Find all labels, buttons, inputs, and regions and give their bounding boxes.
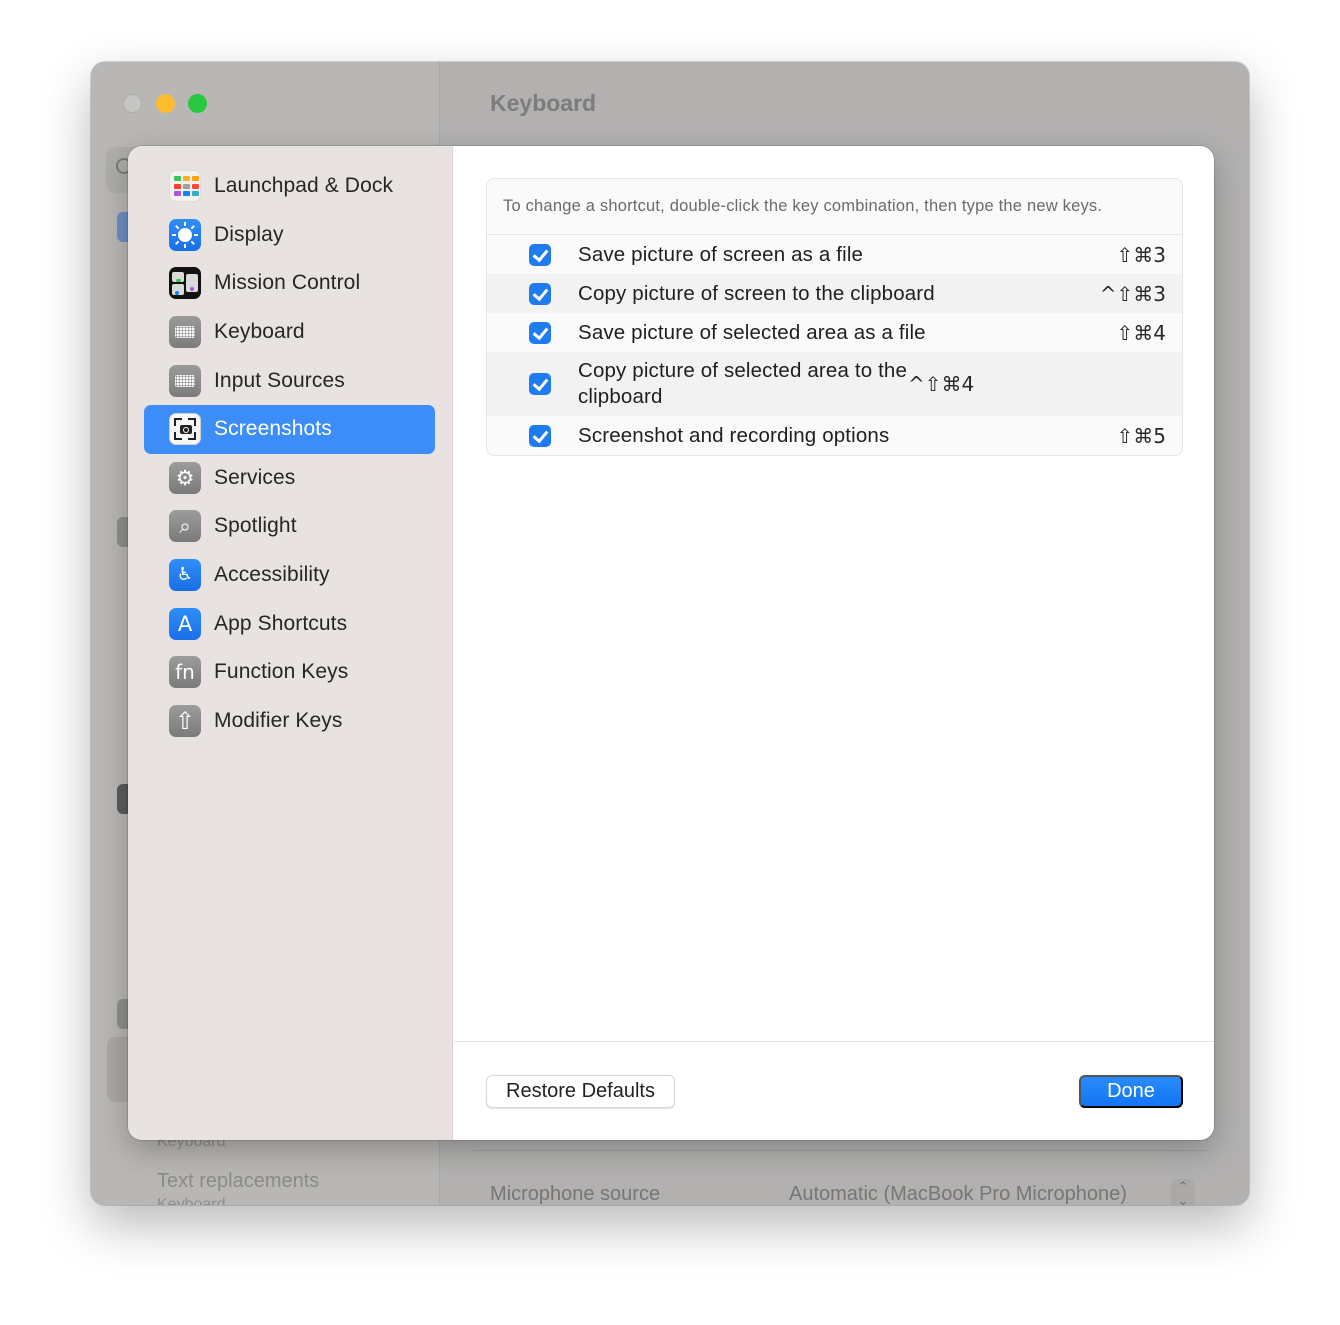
sidebar-item-keyboard[interactable]: Keyboard	[144, 308, 435, 357]
shortcut-row[interactable]: Copy picture of screen to the clipboard …	[487, 274, 1182, 313]
sidebar-item-label: Input Sources	[214, 368, 345, 392]
background-sidebar-subtitle: Keyboard	[157, 1196, 226, 1205]
screenshots-icon	[169, 413, 201, 446]
sidebar-item-display[interactable]: Display	[144, 211, 435, 260]
sidebar-item-mission-control[interactable]: Mission Control	[144, 259, 435, 308]
launchpad-icon	[169, 170, 201, 203]
shortcut-keys[interactable]: ⇧⌘5	[1117, 424, 1166, 448]
shortcut-label: Screenshot and recording options	[578, 423, 890, 447]
shortcut-row[interactable]: Save picture of selected area as a file …	[487, 313, 1182, 352]
keyboard-shortcuts-dialog: Launchpad & Dock Display Mission Control…	[128, 146, 1214, 1140]
sidebar-item-label: Keyboard	[214, 320, 305, 344]
mission-control-icon	[169, 267, 201, 300]
spotlight-icon: ⌕	[169, 510, 201, 543]
app-shortcuts-icon: A	[169, 607, 201, 640]
shortcuts-sidebar: Launchpad & Dock Display Mission Control…	[128, 146, 453, 1140]
sidebar-item-launchpad-dock[interactable]: Launchpad & Dock	[144, 162, 435, 211]
window-title: Keyboard	[490, 90, 597, 116]
checkbox-screenshot-options[interactable]	[529, 424, 551, 447]
sidebar-item-label: Display	[214, 222, 284, 246]
restore-defaults-button[interactable]: Restore Defaults	[486, 1075, 675, 1108]
shortcut-row[interactable]: Save picture of screen as a file ⇧⌘3	[487, 235, 1182, 274]
shortcut-keys[interactable]: ⇧⌘3	[1117, 243, 1166, 267]
input-sources-icon	[169, 364, 201, 397]
sidebar-item-label: Screenshots	[214, 417, 332, 441]
sidebar-item-label: Accessibility	[214, 563, 330, 587]
modifier-keys-icon: ⇧	[169, 704, 201, 737]
sidebar-item-label: Modifier Keys	[214, 708, 343, 732]
sidebar-item-services[interactable]: ⚙ Services	[144, 454, 435, 503]
shortcut-keys[interactable]: ^⇧⌘3	[1100, 282, 1166, 306]
microphone-source-value: Automatic (MacBook Pro Microphone)	[789, 1183, 1127, 1205]
shortcut-label: Copy picture of selected area to the cli…	[578, 359, 908, 408]
sidebar-item-function-keys[interactable]: fn Function Keys	[144, 648, 435, 697]
shortcut-row[interactable]: Copy picture of selected area to the cli…	[487, 352, 1182, 416]
shortcut-row[interactable]: Screenshot and recording options ⇧⌘5	[487, 416, 1182, 455]
divider	[474, 1150, 1209, 1151]
done-button[interactable]: Done	[1079, 1075, 1183, 1108]
shortcut-keys[interactable]: ⇧⌘4	[1117, 321, 1166, 345]
background-sidebar-item: Text replacements	[157, 1170, 320, 1192]
sidebar-item-modifier-keys[interactable]: ⇧ Modifier Keys	[144, 697, 435, 746]
microphone-source-label: Microphone source	[490, 1183, 661, 1205]
checkbox-save-area-file[interactable]	[529, 321, 551, 344]
accessibility-icon: ♿	[169, 559, 201, 592]
sidebar-item-accessibility[interactable]: ♿ Accessibility	[144, 551, 435, 600]
footer-divider	[454, 1041, 1214, 1042]
chevron-up-down-icon: ⌃ ⌄	[1171, 1179, 1195, 1205]
shortcut-label: Save picture of screen as a file	[578, 242, 864, 266]
checkbox-copy-area-clipboard[interactable]	[529, 373, 551, 395]
sidebar-item-spotlight[interactable]: ⌕ Spotlight	[144, 502, 435, 551]
sidebar-item-label: Services	[214, 465, 296, 489]
instructions-text: To change a shortcut, double-click the k…	[487, 179, 1182, 235]
shortcuts-list: To change a shortcut, double-click the k…	[486, 178, 1183, 456]
display-icon	[169, 218, 201, 251]
shortcut-keys[interactable]: ^⇧⌘4	[908, 372, 974, 396]
sidebar-item-label: App Shortcuts	[214, 611, 348, 635]
close-button[interactable]	[123, 94, 142, 113]
function-keys-icon: fn	[169, 656, 201, 689]
sidebar-item-label: Mission Control	[214, 271, 361, 295]
minimize-button[interactable]	[156, 94, 175, 113]
sidebar-item-screenshots[interactable]: Screenshots	[144, 404, 435, 454]
shortcut-label: Save picture of selected area as a file	[578, 320, 926, 344]
shortcuts-main-pane: To change a shortcut, double-click the k…	[454, 146, 1214, 1140]
maximize-button[interactable]	[188, 94, 207, 113]
services-icon: ⚙	[169, 461, 201, 494]
shortcut-label: Copy picture of screen to the clipboard	[578, 281, 935, 305]
sidebar-item-app-shortcuts[interactable]: A App Shortcuts	[144, 599, 435, 648]
checkbox-copy-screen-clipboard[interactable]	[529, 282, 551, 305]
sidebar-item-label: Spotlight	[214, 514, 297, 538]
sidebar-item-label: Function Keys	[214, 660, 349, 684]
sidebar-item-label: Launchpad & Dock	[214, 174, 394, 198]
checkbox-save-screen-file[interactable]	[529, 243, 551, 266]
sidebar-item-input-sources[interactable]: Input Sources	[144, 356, 435, 405]
keyboard-icon	[169, 316, 201, 349]
